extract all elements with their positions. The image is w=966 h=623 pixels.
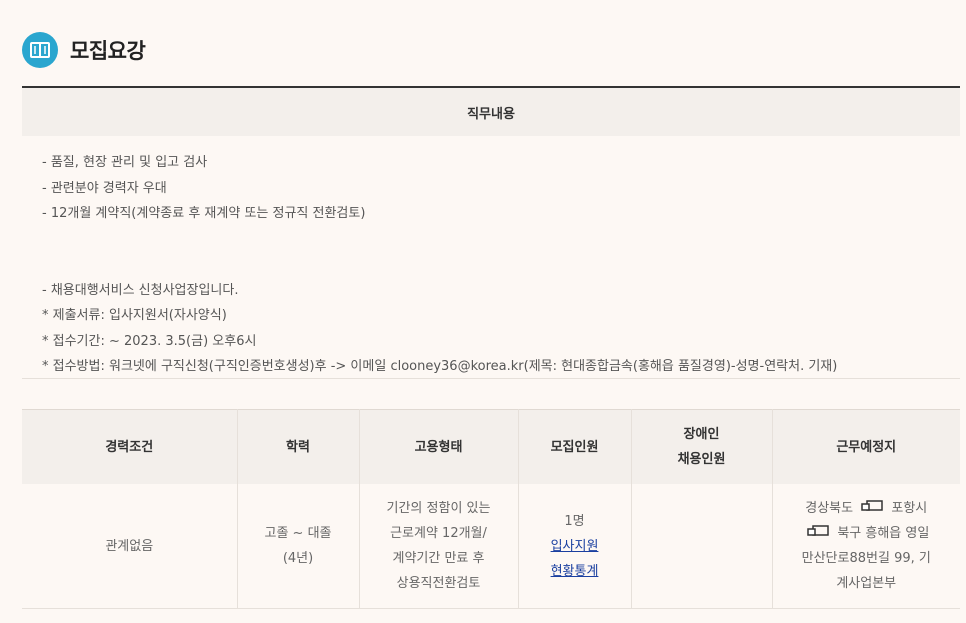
employment-line: 계약기간 만료 후: [392, 551, 485, 566]
map-icon[interactable]: [807, 521, 829, 546]
recruits-count: 1명: [564, 513, 585, 529]
cell-recruits: 1명 입사지원 현황통계: [518, 484, 632, 609]
job-line: * 접수방법: 워크넷에 구직신청(구직인증번호생성)후 -> 이메일 cloo…: [42, 359, 838, 374]
job-description-box: 직무내용 - 품질, 현장 관리 및 입고 검사 - 관련분야 경력자 우대 -…: [22, 86, 960, 379]
job-line: * 제출서류: 입사지원서(자사양식): [42, 308, 227, 323]
job-line: - 관련분야 경력자 우대: [42, 180, 167, 196]
job-line: - 채용대행서비스 신청사업장입니다.: [42, 282, 239, 298]
employment-line: 근로계약 12개월/: [390, 526, 487, 541]
job-line: * 접수기간: ~ 2023. 3.5(금) 오후6시: [42, 333, 257, 349]
location-line: 포항시: [891, 501, 928, 516]
header-recruits: 모집인원: [518, 409, 632, 484]
header-employment: 고용형태: [359, 409, 519, 484]
header-disabled-line2: 채용인원: [677, 452, 726, 467]
employment-line: 기간의 정함이 있는: [386, 501, 491, 516]
section-title: 모집요강: [70, 39, 146, 63]
job-description-body: - 품질, 현장 관리 및 입고 검사 - 관련분야 경력자 우대 - 12개월…: [22, 136, 960, 379]
requirements-table: 경력조건 학력 고용형태 모집인원 장애인 채용인원 근무예정지 관계없음 고졸…: [22, 409, 960, 609]
header-location: 근무예정지: [772, 409, 960, 484]
map-icon[interactable]: [861, 496, 883, 521]
header-education: 학력: [237, 409, 360, 484]
job-line: - 12개월 계약직(계약종료 후 재계약 또는 정규직 전환검토): [42, 206, 366, 221]
apply-link[interactable]: 입사지원: [551, 539, 599, 554]
location-line: 경상북도: [805, 501, 854, 516]
header-disabled-line1: 장애인: [683, 427, 720, 442]
table-header-row: 경력조건 학력 고용형태 모집인원 장애인 채용인원 근무예정지: [22, 409, 960, 484]
location-line: 계사업본부: [836, 576, 897, 591]
cell-education: 고졸 ~ 대졸 (4년): [237, 484, 360, 609]
section-header: 모집요강: [22, 32, 146, 68]
location-line: 만산단로88번길 99, 기: [801, 551, 931, 566]
cell-career: 관계없음: [22, 484, 238, 609]
employment-line: 상용직전환검토: [396, 576, 481, 591]
cell-location: 경상북도 포항시 북구 흥해읍 영일 만산단로88번길 99, 기 계사업본부: [772, 484, 960, 609]
job-description-header: 직무내용: [22, 88, 960, 136]
stats-link[interactable]: 현황통계: [551, 564, 599, 579]
location-line: 북구 흥해읍 영일: [837, 526, 930, 541]
cell-employment: 기간의 정함이 있는 근로계약 12개월/ 계약기간 만료 후 상용직전환검토: [359, 484, 519, 609]
education-line: (4년): [282, 551, 314, 566]
book-icon: [22, 32, 58, 68]
cell-disabled: [631, 484, 773, 609]
header-career: 경력조건: [22, 409, 238, 484]
education-line: 고졸 ~ 대졸: [264, 526, 332, 541]
header-disabled: 장애인 채용인원: [631, 409, 773, 484]
table-row: 관계없음 고졸 ~ 대졸 (4년) 기간의 정함이 있는 근로계약 12개월/ …: [22, 484, 960, 609]
job-line: - 품질, 현장 관리 및 입고 검사: [42, 155, 208, 170]
